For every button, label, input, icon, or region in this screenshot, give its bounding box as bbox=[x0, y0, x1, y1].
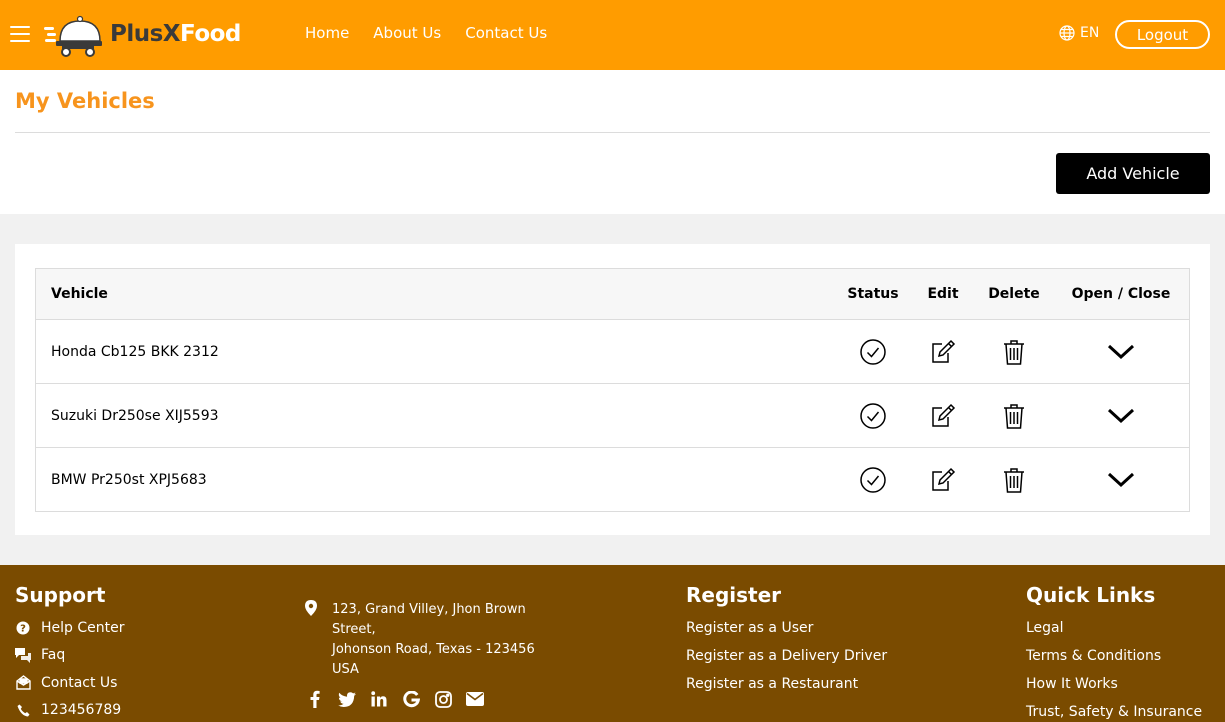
vehicles-card: Vehicle Status Edit Delete Open / Close … bbox=[15, 244, 1210, 535]
quick-link-terms[interactable]: Terms & Conditions bbox=[1026, 642, 1202, 670]
column-header-vehicle: Vehicle bbox=[51, 286, 108, 302]
menu-icon[interactable] bbox=[10, 26, 30, 42]
nav-about-us[interactable]: About Us bbox=[373, 24, 441, 42]
envelope-icon[interactable] bbox=[465, 689, 485, 709]
vehicle-name: Honda Cb125 BKK 2312 bbox=[51, 343, 219, 360]
support-item-label: 123456789 bbox=[41, 702, 122, 719]
table-row: Suzuki Dr250se XIJ5593 bbox=[36, 383, 1189, 447]
food-delivery-cart-icon bbox=[44, 15, 102, 57]
add-vehicle-button[interactable]: Add Vehicle bbox=[1056, 153, 1210, 194]
column-header-status: Status bbox=[847, 286, 899, 302]
nav-contact-us[interactable]: Contact Us bbox=[465, 24, 547, 42]
language-selector[interactable]: EN bbox=[1059, 25, 1099, 41]
table-header-row: Vehicle Status Edit Delete Open / Close bbox=[36, 269, 1189, 319]
social-links bbox=[305, 689, 485, 709]
question-circle-icon: ? bbox=[15, 620, 31, 636]
edit-icon[interactable] bbox=[929, 466, 957, 494]
check-circle-icon[interactable] bbox=[859, 338, 887, 366]
column-header-edit: Edit bbox=[927, 286, 959, 302]
title-divider bbox=[15, 132, 1210, 133]
quick-links-list: Legal Terms & Conditions How It Works Tr… bbox=[1026, 614, 1202, 722]
edit-icon[interactable] bbox=[929, 402, 957, 430]
brand-name-part2: Food bbox=[180, 21, 241, 47]
column-header-delete: Delete bbox=[988, 286, 1040, 302]
nav-home[interactable]: Home bbox=[305, 24, 349, 42]
register-list: Register as a User Register as a Deliver… bbox=[686, 614, 887, 698]
linkedin-icon[interactable] bbox=[369, 689, 389, 709]
faq-icon bbox=[15, 647, 31, 663]
register-heading: Register bbox=[686, 583, 782, 607]
trash-icon[interactable] bbox=[1002, 338, 1026, 366]
support-heading: Support bbox=[15, 583, 106, 607]
register-as-user-link[interactable]: Register as a User bbox=[686, 614, 887, 642]
envelope-open-icon bbox=[15, 675, 31, 691]
support-phone[interactable]: 123456789 bbox=[15, 697, 125, 722]
facebook-icon[interactable] bbox=[305, 689, 325, 709]
column-header-open-close: Open / Close bbox=[1071, 286, 1171, 302]
trash-icon[interactable] bbox=[1002, 402, 1026, 430]
page-title: My Vehicles bbox=[15, 89, 155, 113]
address-line: USA bbox=[332, 662, 359, 677]
support-item-label: Help Center bbox=[41, 619, 125, 636]
support-item-label: Faq bbox=[41, 647, 66, 664]
support-contact-us[interactable]: Contact Us bbox=[15, 669, 125, 697]
brand-name: PlusXFood bbox=[110, 21, 241, 47]
brand-name-part1: PlusX bbox=[110, 21, 181, 47]
google-icon[interactable] bbox=[401, 689, 421, 709]
quick-link-legal[interactable]: Legal bbox=[1026, 614, 1202, 642]
support-help-center[interactable]: ? Help Center bbox=[15, 614, 125, 642]
site-footer: Support ? Help Center Faq Contact Us 123… bbox=[0, 565, 1225, 722]
language-label: EN bbox=[1080, 25, 1100, 41]
svg-text:?: ? bbox=[20, 623, 26, 634]
chevron-down-icon[interactable] bbox=[1107, 407, 1135, 425]
address-line: Street, bbox=[332, 622, 376, 637]
table-row: Honda Cb125 BKK 2312 bbox=[36, 319, 1189, 383]
globe-icon bbox=[1059, 25, 1075, 41]
vehicle-name: Suzuki Dr250se XIJ5593 bbox=[51, 407, 219, 424]
map-marker-icon bbox=[305, 600, 321, 680]
phone-icon bbox=[15, 702, 31, 718]
support-faq[interactable]: Faq bbox=[15, 642, 125, 670]
register-as-restaurant-link[interactable]: Register as a Restaurant bbox=[686, 670, 887, 698]
twitter-icon[interactable] bbox=[337, 689, 357, 709]
check-circle-icon[interactable] bbox=[859, 466, 887, 494]
chevron-down-icon[interactable] bbox=[1107, 343, 1135, 361]
table-row: BMW Pr250st XPJ5683 bbox=[36, 447, 1189, 511]
quick-links-heading: Quick Links bbox=[1026, 583, 1156, 607]
edit-icon[interactable] bbox=[929, 338, 957, 366]
address-line: Johonson Road, Texas - 123456 bbox=[332, 642, 535, 657]
page-header-band: My Vehicles Add Vehicle bbox=[0, 70, 1225, 214]
main-nav: Home About Us Contact Us bbox=[305, 24, 547, 42]
quick-link-how-it-works[interactable]: How It Works bbox=[1026, 670, 1202, 698]
register-as-driver-link[interactable]: Register as a Delivery Driver bbox=[686, 642, 887, 670]
chevron-down-icon[interactable] bbox=[1107, 471, 1135, 489]
check-circle-icon[interactable] bbox=[859, 402, 887, 430]
footer-address: 123, Grand Villey, Jhon Brown Street, Jo… bbox=[305, 600, 535, 680]
vehicles-table: Vehicle Status Edit Delete Open / Close … bbox=[35, 268, 1190, 512]
support-item-label: Contact Us bbox=[41, 674, 118, 691]
quick-link-trust-safety[interactable]: Trust, Safety & Insurance bbox=[1026, 698, 1202, 722]
trash-icon[interactable] bbox=[1002, 466, 1026, 494]
logout-button[interactable]: Logout bbox=[1115, 20, 1210, 49]
address-line: 123, Grand Villey, Jhon Brown bbox=[332, 602, 526, 617]
top-header: PlusXFood Home About Us Contact Us EN Lo… bbox=[0, 0, 1225, 70]
vehicle-name: BMW Pr250st XPJ5683 bbox=[51, 471, 207, 488]
instagram-icon[interactable] bbox=[433, 689, 453, 709]
support-list: ? Help Center Faq Contact Us 123456789 bbox=[15, 614, 125, 722]
brand-logo[interactable]: PlusXFood bbox=[44, 11, 241, 57]
